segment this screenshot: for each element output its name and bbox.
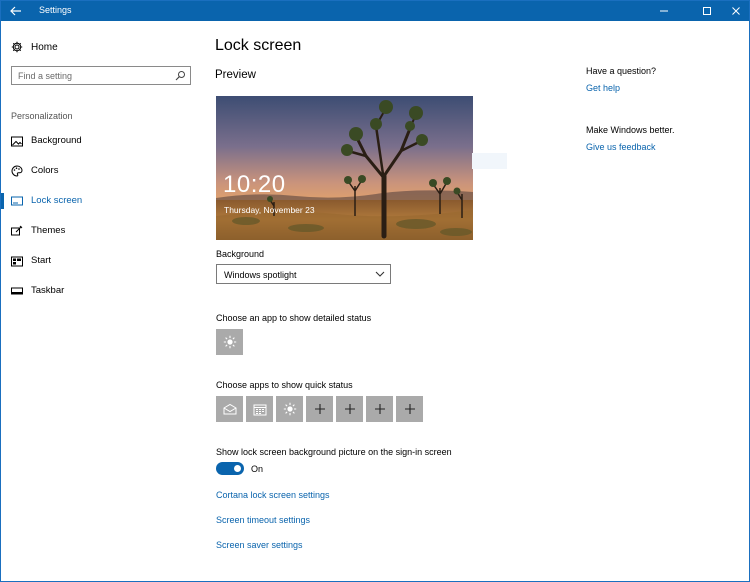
sidebar-item-label: Background bbox=[31, 135, 82, 146]
sidebar-item-lock-screen[interactable]: Lock screen bbox=[1, 190, 201, 212]
quick-status-add-button[interactable] bbox=[306, 396, 333, 422]
chevron-down-icon bbox=[375, 271, 385, 277]
sidebar-item-home[interactable]: Home bbox=[11, 39, 58, 55]
quick-status-add-button[interactable] bbox=[336, 396, 363, 422]
detailed-status-app-button[interactable] bbox=[216, 329, 243, 355]
main-content: Lock screen Preview 10:20 Thursday, Nove… bbox=[201, 21, 581, 581]
quick-status-add-button[interactable] bbox=[366, 396, 393, 422]
quick-status-add-button[interactable] bbox=[396, 396, 423, 422]
sidebar-item-label: Start bbox=[31, 255, 52, 266]
add-icon bbox=[374, 404, 385, 414]
brush-icon bbox=[11, 225, 23, 237]
sidebar-item-themes[interactable]: Themes bbox=[1, 220, 201, 242]
image-icon bbox=[11, 135, 23, 147]
settings-window: Settings Home Find a setting Personaliza… bbox=[0, 0, 750, 582]
sidebar-item-taskbar[interactable]: Taskbar bbox=[1, 280, 201, 302]
maximize-icon bbox=[703, 7, 711, 15]
sidebar-home-label: Home bbox=[31, 41, 58, 53]
signin-background-toggle[interactable] bbox=[216, 462, 244, 475]
add-icon bbox=[314, 404, 325, 414]
page-title: Lock screen bbox=[215, 37, 302, 54]
cortana-lock-screen-settings-link[interactable]: Cortana lock screen settings bbox=[216, 490, 330, 500]
quick-status-mail-button[interactable] bbox=[216, 396, 243, 422]
close-icon bbox=[732, 7, 740, 15]
active-indicator bbox=[1, 193, 4, 209]
preview-landscape-image bbox=[216, 96, 473, 240]
quick-status-label: Choose apps to show quick status bbox=[216, 380, 353, 390]
sidebar-item-label: Lock screen bbox=[31, 195, 83, 206]
background-label: Background bbox=[216, 249, 265, 259]
give-feedback-link[interactable]: Give us feedback bbox=[586, 142, 656, 152]
sidebar-item-label: Colors bbox=[31, 165, 59, 176]
sidebar-item-start[interactable]: Start bbox=[1, 250, 201, 272]
faint-overlay-box bbox=[472, 153, 507, 169]
search-placeholder: Find a setting bbox=[18, 71, 73, 81]
title-bar: Settings bbox=[1, 1, 749, 21]
quick-status-weather-button[interactable] bbox=[276, 396, 303, 422]
screen-timeout-settings-link[interactable]: Screen timeout settings bbox=[216, 515, 310, 525]
background-dropdown-value: Windows spotlight bbox=[224, 270, 297, 280]
detailed-status-label: Choose an app to show detailed status bbox=[216, 313, 372, 323]
preview-clock: 10:20 bbox=[223, 171, 286, 198]
toggle-knob bbox=[234, 465, 241, 472]
calendar-icon bbox=[253, 404, 266, 415]
search-input[interactable]: Find a setting bbox=[11, 66, 191, 85]
sidebar: Home Find a setting Personalization Back… bbox=[1, 21, 201, 581]
sidebar-section-label: Personalization bbox=[11, 111, 73, 121]
get-help-link[interactable]: Get help bbox=[586, 83, 620, 93]
taskbar-icon bbox=[11, 285, 23, 297]
sidebar-item-background[interactable]: Background bbox=[1, 130, 201, 152]
start-icon bbox=[11, 255, 23, 267]
sidebar-item-label: Themes bbox=[31, 225, 66, 236]
minimize-button[interactable] bbox=[647, 1, 681, 21]
help-panel: Have a question? Get help Make Windows b… bbox=[586, 21, 746, 221]
window-title: Settings bbox=[39, 5, 72, 15]
sidebar-item-colors[interactable]: Colors bbox=[1, 160, 201, 182]
add-icon bbox=[344, 404, 355, 414]
mail-icon bbox=[223, 403, 236, 415]
gear-icon bbox=[11, 41, 23, 53]
search-icon bbox=[175, 71, 185, 81]
lock-screen-icon bbox=[11, 195, 23, 207]
minimize-icon bbox=[660, 10, 668, 12]
preview-date: Thursday, November 23 bbox=[224, 205, 315, 215]
quick-status-calendar-button[interactable] bbox=[246, 396, 273, 422]
palette-icon bbox=[11, 165, 23, 177]
screen-saver-settings-link[interactable]: Screen saver settings bbox=[216, 540, 303, 550]
close-button[interactable] bbox=[719, 1, 750, 21]
back-button[interactable] bbox=[1, 1, 31, 21]
lock-screen-preview: 10:20 Thursday, November 23 bbox=[216, 96, 473, 240]
signin-background-label: Show lock screen background picture on t… bbox=[216, 447, 452, 457]
question-heading: Have a question? bbox=[586, 66, 657, 76]
add-icon bbox=[404, 404, 415, 414]
toggle-state-label: On bbox=[251, 464, 264, 474]
weather-icon bbox=[223, 335, 236, 349]
sidebar-item-label: Taskbar bbox=[31, 285, 65, 296]
feedback-heading: Make Windows better. bbox=[586, 125, 675, 135]
weather-icon bbox=[283, 402, 296, 416]
preview-heading: Preview bbox=[215, 69, 256, 81]
back-arrow-icon bbox=[10, 6, 21, 16]
background-dropdown[interactable]: Windows spotlight bbox=[216, 264, 391, 284]
